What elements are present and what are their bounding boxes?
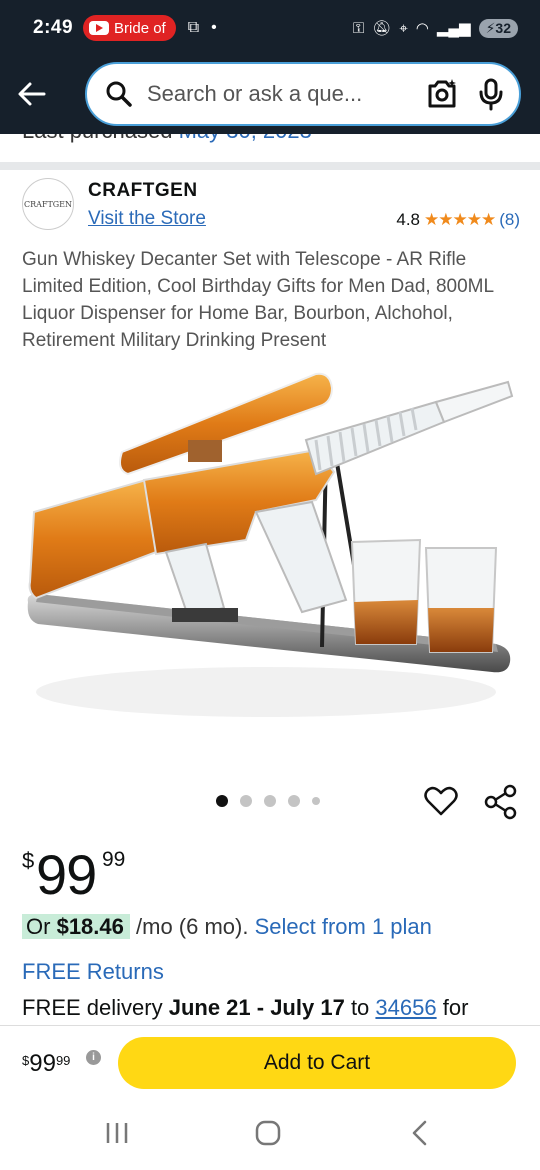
mute-icon: 🔕︎	[372, 20, 392, 37]
youtube-icon	[89, 21, 110, 35]
carousel-dot[interactable]	[264, 795, 276, 807]
heart-icon	[424, 786, 458, 816]
free-returns-link[interactable]: FREE Returns	[22, 959, 164, 985]
section-divider	[0, 162, 540, 170]
rating-value: 4.8	[396, 210, 421, 229]
store-row: CRAFTGEN CRAFTGEN Visit the Store 4.8 ★★…	[22, 178, 522, 236]
image-carousel-dots	[216, 795, 320, 807]
store-logo[interactable]: CRAFTGEN	[22, 178, 74, 230]
price-fraction: 99	[102, 848, 126, 871]
carousel-dot[interactable]	[216, 795, 228, 807]
store-name: CRAFTGEN	[88, 180, 198, 201]
zip-code-link[interactable]: 34656	[375, 995, 436, 1020]
camera-search-icon[interactable]	[425, 77, 459, 111]
price-whole: 99	[36, 843, 97, 906]
rating-count: (8)	[499, 210, 520, 229]
carousel-dot[interactable]	[312, 797, 320, 805]
home-icon[interactable]	[254, 1119, 282, 1147]
key-icon: ⚿	[352, 19, 365, 37]
notification-text: Bride of	[114, 19, 166, 37]
installment-suffix: /mo (6 mo).	[136, 914, 249, 939]
wifi-icon: ◠	[415, 20, 429, 37]
arrow-left-icon	[18, 82, 46, 106]
glass-right-icon	[424, 547, 498, 653]
bottom-cart-bar: $9999 i Add to Cart	[0, 1025, 540, 1105]
battery-indicator: ⚡32	[478, 18, 518, 38]
bottom-price: $9999	[22, 1050, 71, 1077]
carousel-dot[interactable]	[288, 795, 300, 807]
location-icon: ⌖	[399, 19, 408, 37]
select-plan-link[interactable]: Select from 1 plan	[255, 914, 432, 939]
app-header: Search or ask a que...	[0, 56, 540, 134]
installment-badge: Or $18.46	[22, 914, 130, 939]
screenshot-icon: ⧉	[187, 19, 200, 36]
back-nav-icon[interactable]	[408, 1119, 432, 1147]
share-icon	[484, 784, 517, 820]
wishlist-button[interactable]	[424, 785, 458, 817]
carousel-dot[interactable]	[240, 795, 252, 807]
add-to-cart-button[interactable]: Add to Cart	[118, 1037, 516, 1089]
search-icon	[106, 81, 132, 107]
status-time: 2:49	[33, 17, 74, 38]
youtube-notification: Bride of	[83, 15, 176, 41]
star-rating-icon: ★★★★★	[424, 210, 496, 229]
status-bar: 2:49 Bride of ⧉ • ⚿ 🔕︎ ⌖ ◠ ▂▄▆ ⚡32	[0, 0, 540, 56]
search-placeholder: Search or ask a que...	[147, 81, 363, 106]
visit-store-link[interactable]: Visit the Store	[88, 208, 206, 230]
info-icon[interactable]: i	[86, 1050, 101, 1065]
price-symbol: $	[22, 848, 35, 873]
status-icons: ⚿ 🔕︎ ⌖ ◠ ▂▄▆ ⚡32	[352, 18, 518, 38]
recent-apps-icon[interactable]	[104, 1119, 130, 1147]
product-image[interactable]	[16, 362, 524, 742]
delivery-dates: June 21 - July 17	[168, 995, 345, 1020]
dot-icon: •	[211, 19, 217, 36]
glass-left-icon	[350, 538, 422, 645]
signal-icon: ▂▄▆	[436, 20, 471, 37]
product-title: Gun Whiskey Decanter Set with Telescope …	[22, 249, 494, 351]
search-input[interactable]: Search or ask a que...	[85, 62, 521, 126]
back-button[interactable]	[14, 76, 54, 112]
system-nav-bar	[0, 1105, 540, 1170]
microphone-icon[interactable]	[477, 77, 505, 111]
rating-summary[interactable]: 4.8 ★★★★★ (8)	[396, 210, 520, 230]
installment-offer: Or $18.46 /mo (6 mo). Select from 1 plan	[22, 914, 432, 940]
delivery-info: FREE delivery June 21 - July 17 to 34656…	[22, 995, 469, 1020]
share-button[interactable]	[484, 784, 518, 820]
decanter-illustration	[27, 372, 514, 717]
